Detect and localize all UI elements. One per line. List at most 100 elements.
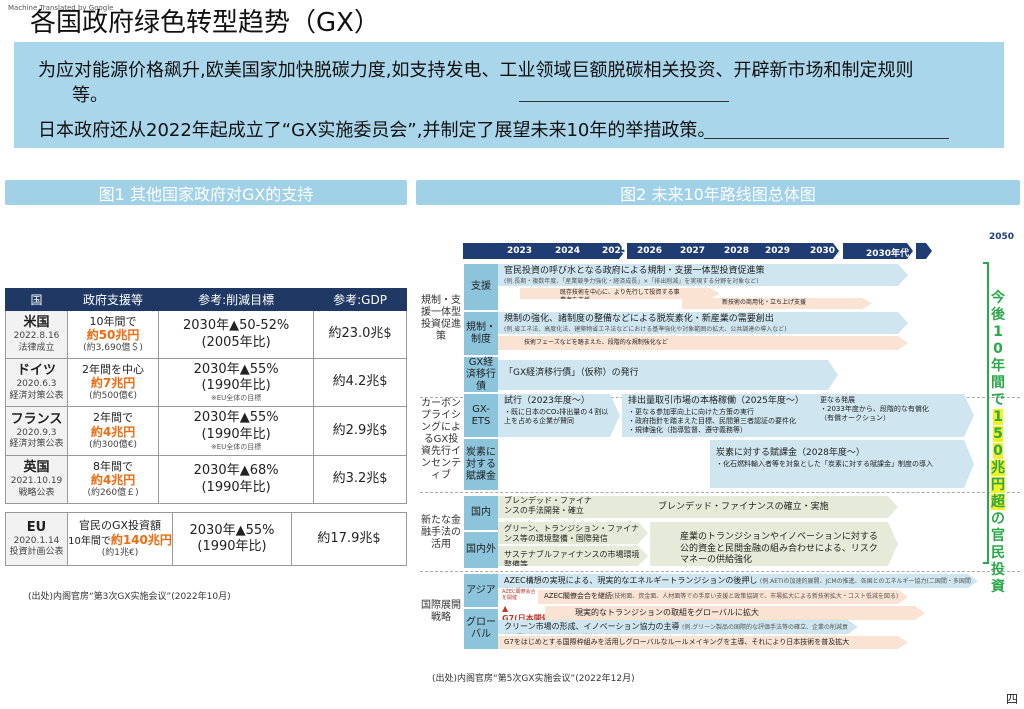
year-label-2050: 2050 [989, 232, 1015, 242]
year-label: 2025 [602, 246, 628, 256]
year-label: 2030 [810, 246, 836, 256]
year-bar-2023-2025 [463, 243, 625, 259]
support: 10年間で [89, 314, 137, 328]
sub-label: 炭素に対する賦課金 [464, 439, 498, 490]
base-year: (1990年比) [201, 378, 271, 394]
roadmap-item-further: 更なる発展 ・2033年度から、段階的な有償化（有償オークション） [820, 396, 930, 423]
roadmap-item: 産業のトランジションやイノベーションに対する公的資金と民間金融の組み合わせによる… [650, 522, 898, 566]
page-title: 各国政府绿色转型趋势（GX） [30, 8, 380, 38]
year-label: 2029 [765, 246, 791, 256]
amount-fx: (約500億€) [89, 391, 138, 402]
item-text: AZEC構想の実現による、現実的なエネルギートランジションの後押し [504, 576, 758, 585]
intro-line-1b: 等。 [72, 85, 108, 106]
gdp: 約23.0兆$ [313, 310, 407, 359]
gdp: 約17.9兆$ [291, 512, 407, 566]
intro-line-2: 日本政府还从2022年起成立了“GX实施委员会”,并制定了展望未来10年的举措政… [38, 120, 716, 141]
table-row: 英国 2021.10.19 戦略公表 8年間で 約4兆円 (約260億￡) 2030年▲68… [5, 455, 407, 504]
roadmap-item: 「GX経済移行債」（仮称）の発行 [498, 360, 838, 390]
item-note: ・規律強化（指導監督、遵守義務等） [628, 425, 747, 434]
item-note: ・化石燃料輸入者等を対象とした「炭素に対する賦課金」制度の導入 [716, 459, 933, 468]
underline [519, 101, 729, 102]
roadmap-item: AZEC構想の実現による、現実的なエネルギートランジションの後押し (例.AET… [498, 574, 978, 588]
fig1-source: (出处)内阁官房“第3次GX实施会议”(2022年10月) [28, 592, 231, 602]
year-label: 2027 [680, 246, 706, 256]
base-year: (1990年比) [201, 426, 271, 442]
period: 10年間で [68, 535, 111, 547]
item-text: AZEC閣僚会合を継続 [544, 592, 612, 600]
amount: 約50兆円 [86, 328, 140, 343]
page-number: 四 [1006, 692, 1019, 706]
support: 8年間で [93, 459, 134, 473]
target: 2030年▲55% [193, 361, 279, 377]
eu-note: ※EU全体の目標 [210, 442, 262, 451]
sub-label: 支援 [464, 264, 498, 310]
sub-label: 規制・制度 [464, 312, 498, 355]
year-label: 2024 [555, 246, 581, 256]
intro-line-1: 为应对能源价格飙升,欧美国家加快脱碳力度,如支持发电、工业领域巨额脱碳相关投资、… [38, 60, 914, 81]
roadmap-item: AZEC閣僚会合を継続(技術面、資金面、人材面等での手厚い支援と政策協調で、市場… [538, 590, 908, 604]
support: 2年間を中心 [82, 362, 145, 376]
item-note: (技術面、資金面、人材面等での手厚い支援と政策協調で、市場拡大による新技術拡大・… [611, 593, 899, 600]
note: 経済対策公表 [9, 439, 64, 450]
country: フランス [10, 411, 63, 427]
note: 経済対策公表 [9, 390, 64, 401]
investment-vertical-text: 今後10年間で150兆円超の官民投資 [991, 290, 1005, 595]
amount-fx: (約300億€) [89, 439, 138, 450]
item-text: 炭素に対する賦課金（2028年度～） [716, 448, 865, 458]
sub-label: GX経済移行債 [464, 356, 498, 392]
divider [420, 571, 1020, 572]
divider [420, 492, 1020, 493]
amount: 約7兆円 [90, 376, 136, 391]
fig2-title-text: 图2 未来10年路线图总体图 [620, 184, 816, 204]
amount-fx: (約3,690億＄) [83, 343, 143, 354]
roadmap-item: 現実的なトランジションの取組をグローバルに拡大 [545, 606, 925, 620]
amount: 約140兆円 [110, 532, 172, 547]
header-target: 参考:削減目標 [158, 288, 315, 311]
gdp: 約3.2兆$ [313, 455, 407, 504]
header-support: 政府支援等 [66, 288, 160, 311]
roadmap-item: クリーン市場の形成、イノベーション協力の主導 (例.グリーン製品の国際的な評価手… [498, 620, 858, 634]
roadmap-item: 技術フェーズなどを踏まえた、段階的な規制強化など [498, 336, 908, 350]
target: 2030年▲55% [189, 522, 275, 538]
roadmap-item: G7をはじめとする国際枠組みを活用しグローバルなルールメイキングを主導、それによ… [498, 636, 908, 649]
category-label: 新たな金融手法の活用 [421, 515, 461, 550]
note: 戦略公表 [18, 487, 55, 498]
support-table: 国 政府支援等 参考:削減目標 参考:GDP 米国 2022.8.16 法律成立 10… [5, 288, 407, 504]
triangle-up-icon: ▲ [502, 604, 509, 613]
eu-note: ※EU全体の目標 [210, 394, 262, 403]
roadmap-item: 官民投資の呼び水となる政府による規制・支援一体型投資促進策 (例.長期・複数年度、… [498, 264, 908, 286]
year-label: 2030年代 [866, 249, 910, 259]
note: 投資計画公表 [9, 547, 64, 558]
year-label: 2028 [724, 246, 750, 256]
table-row: 米国 2022.8.16 法律成立 10年間で 約50兆円 (約3,690億＄) 2030年… [5, 310, 407, 359]
item-note: (例.省エネ法、高度化法、建築物省エネ法などにおける基準強化や対象範囲の拡大、公… [504, 325, 787, 333]
item-text: 更なる発展 [820, 396, 855, 404]
roadmap-item: 炭素に対する賦課金（2028年度～） ・化石燃料輸入者等を対象とした「炭素に対する… [710, 440, 974, 488]
table-row: フランス 2020.9.3 経済対策公表 2年間で 約4兆円 (約300億€) 2030年▲… [5, 406, 407, 456]
roadmap-item: 試行（2023年度～） ・既に日本のCO₂排出量の４割以上を占める企業が賛同 [498, 394, 620, 437]
target: 2030年▲68% [193, 463, 279, 479]
gdp: 約4.2兆$ [313, 358, 407, 407]
support: 官民のGX投資額 [78, 518, 162, 532]
fig2-source: (出处)内阁官房“第5次GX实施会议”(2022年12月) [432, 674, 635, 684]
sub-label: 国内外 [464, 532, 498, 568]
date: 2020.6.3 [16, 379, 57, 390]
bracket [983, 262, 989, 564]
base-year: (1990年比) [197, 539, 267, 554]
eu-table: EU 2020.1.14 投資計画公表 官民のGX投資額 10年間で約140兆円 (約1兆… [5, 512, 407, 566]
country: 英国 [23, 460, 50, 476]
roadmap-item: サステナブルファイナンスの市場環境整備等 [498, 546, 648, 566]
underline [704, 138, 949, 139]
item-note: ・2033年度から、段階的な有償化（有償オークション） [820, 405, 929, 423]
item-text: クリーン市場の形成、イノベーション協力の主導 [504, 622, 680, 631]
intro-box: 为应对能源价格飙升,欧美国家加快脱碳力度,如支持发电、工业领域巨额脱碳相关投资、… [14, 42, 1004, 148]
date: 2020.1.14 [13, 535, 60, 546]
base-year: (1990年比) [201, 479, 271, 495]
roadmap-item: グリーン、トランジション・ファイナンス等の環境整備・国際発信 [498, 522, 648, 544]
fig2-title: 图2 未来10年路线图总体图 [416, 180, 1020, 205]
table-row: ドイツ 2020.6.3 経済対策公表 2年間を中心 約7兆円 (約500億€) 2030年… [5, 358, 407, 407]
fig1-title-text: 图1 其他国家政府对GX的支持 [98, 184, 314, 204]
item-text: 試行（2023年度～） [504, 396, 590, 406]
header-country: 国 [5, 288, 68, 311]
country: EU [26, 519, 47, 535]
